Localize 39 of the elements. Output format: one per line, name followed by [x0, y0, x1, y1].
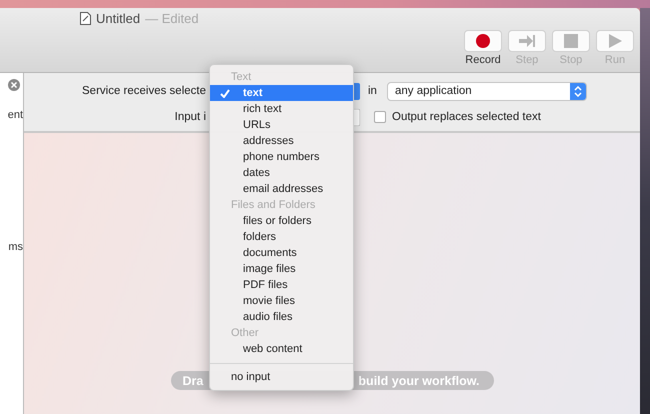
step-icon: [518, 34, 536, 48]
menu-item[interactable]: text: [210, 85, 353, 101]
sidebar-item[interactable]: ms: [8, 241, 23, 253]
menu-item[interactable]: addresses: [210, 133, 353, 149]
output-label: Output replaces selected text: [392, 111, 541, 123]
application-popup[interactable]: any application: [386, 82, 587, 100]
menu-item[interactable]: PDF files: [210, 277, 353, 293]
in-label: in: [368, 85, 377, 97]
chevron-icon: [574, 86, 582, 96]
input-label: Input i: [174, 111, 206, 123]
menu-item[interactable]: no input: [210, 369, 353, 385]
menu-item[interactable]: dates: [210, 165, 353, 181]
menu-item[interactable]: phone numbers: [210, 149, 353, 165]
menu-section-header: Other: [230, 326, 260, 341]
edited-status: — Edited: [145, 10, 199, 26]
receives-label: Service receives selecte: [81, 85, 206, 97]
document-icon: [80, 12, 91, 24]
output-checkbox[interactable]: [374, 111, 386, 123]
menu-item[interactable]: folders: [210, 229, 353, 245]
menu-item[interactable]: image files: [210, 261, 353, 277]
stop-icon: [564, 34, 578, 48]
window-title: Untitled: [96, 10, 140, 26]
clear-search-icon[interactable]: [8, 79, 20, 91]
menu-item[interactable]: files or folders: [210, 213, 353, 229]
hint-text: build your workflow.: [358, 374, 480, 388]
menu-section-header: Text: [230, 70, 252, 85]
menu-item[interactable]: rich text: [210, 101, 353, 117]
menu-section-header: Files and Folders: [230, 198, 316, 213]
menu-item[interactable]: web content: [210, 341, 353, 357]
checkmark-icon: [220, 89, 230, 98]
menu-item[interactable]: URLs: [210, 117, 353, 133]
play-icon: [608, 34, 622, 48]
hint-text: Dra: [182, 374, 204, 388]
menu-item[interactable]: documents: [210, 245, 353, 261]
menu-item[interactable]: movie files: [210, 293, 353, 309]
record-icon: [476, 34, 490, 48]
menu-item[interactable]: audio files: [210, 309, 353, 325]
menu-item[interactable]: email addresses: [210, 181, 353, 197]
sidebar-item[interactable]: ent: [8, 109, 23, 121]
